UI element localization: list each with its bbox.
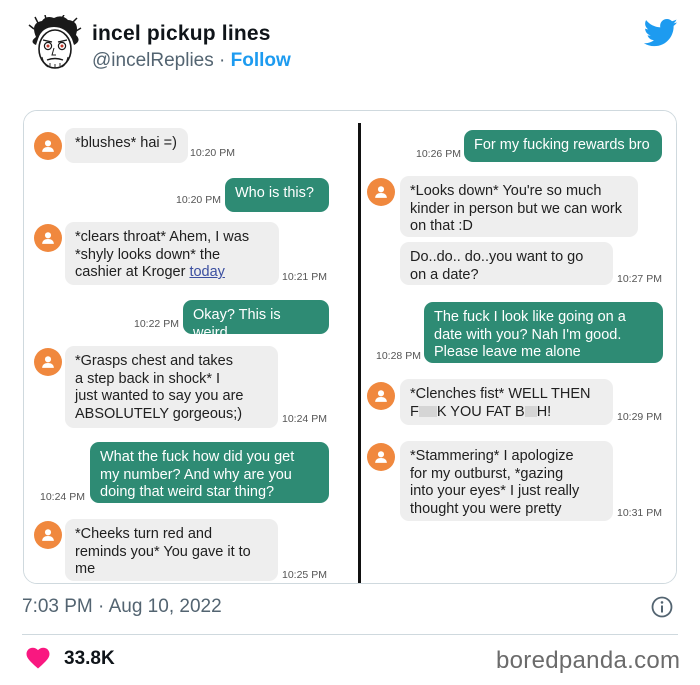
follow-button[interactable]: Follow <box>231 50 291 71</box>
message-time: 10:25 PM <box>282 569 327 581</box>
message-bubble: For my fucking rewards bro <box>464 130 662 162</box>
person-icon <box>42 232 54 244</box>
message-time: 10:24 PM <box>282 413 327 425</box>
message-bubble: *clears throat* Ahem, I was *shyly looks… <box>65 222 279 285</box>
contact-avatar <box>34 521 62 549</box>
tweet-timestamp[interactable]: 7:03 PM · Aug 10, 2022 <box>22 596 222 618</box>
contact-avatar <box>34 348 62 376</box>
message-bubble: The fuck I look like going on a date wit… <box>424 302 663 363</box>
person-icon <box>42 356 54 368</box>
message-bubble: *Looks down* You're so much kinder in pe… <box>400 176 638 237</box>
message-bubble: *Cheeks turn red and reminds you* You ga… <box>65 519 278 581</box>
contact-avatar <box>34 132 62 160</box>
message-bubble: *Stammering* I apologize for my outburst… <box>400 441 613 521</box>
person-icon <box>42 140 54 152</box>
message-time: 10:27 PM <box>617 273 662 285</box>
info-icon[interactable] <box>650 595 674 619</box>
right-conversation: 10:26 PM For my fucking rewards bro *Loo… <box>364 111 676 583</box>
message-bubble: *Clenches fist* WELL THEN FK YOU FAT B H! <box>400 379 613 425</box>
footer-divider <box>22 634 678 635</box>
message-bubble: *Grasps chest and takes a step back in s… <box>65 346 278 428</box>
panel-divider <box>358 123 361 583</box>
person-icon <box>375 451 387 463</box>
heart-icon[interactable] <box>26 647 50 669</box>
message-bubble: Who is this? <box>225 178 329 212</box>
message-time: 10:29 PM <box>617 411 662 423</box>
display-name[interactable]: incel pickup lines <box>92 22 271 46</box>
message-text: K YOU FAT B <box>436 403 525 420</box>
message-time: 10:22 PM <box>134 318 179 330</box>
handle-separator: · <box>213 50 231 71</box>
message-bubble: Okay? This is weird <box>183 300 329 341</box>
contact-avatar <box>367 382 395 410</box>
message-link[interactable]: today <box>189 264 224 280</box>
message-bubble: *blushes* hai =) <box>65 128 188 163</box>
left-conversation: *blushes* hai =) 10:20 PM 10:20 PM Who i… <box>24 111 358 583</box>
person-icon <box>375 390 387 402</box>
message-text: H! <box>536 403 552 420</box>
message-time: 10:24 PM <box>40 491 85 503</box>
twitter-bird-icon[interactable] <box>644 18 678 48</box>
message-bubble: Do..do.. do..you want to go on a date? <box>400 242 613 285</box>
contact-avatar <box>367 443 395 471</box>
person-icon <box>375 186 387 198</box>
message-bubble: What the fuck how did you get my number?… <box>90 442 329 503</box>
like-count[interactable]: 33.8K <box>64 648 115 670</box>
profile-avatar[interactable] <box>26 15 82 73</box>
watermark: boredpanda.com <box>496 647 681 674</box>
message-time: 10:28 PM <box>376 350 421 362</box>
message-time: 10:20 PM <box>190 147 235 159</box>
message-time: 10:31 PM <box>617 507 662 519</box>
contact-avatar <box>367 178 395 206</box>
handle-line: @incelReplies · Follow <box>92 50 291 72</box>
censor-block <box>418 405 437 417</box>
embedded-image[interactable]: *blushes* hai =) 10:20 PM 10:20 PM Who i… <box>23 110 677 584</box>
contact-avatar <box>34 224 62 252</box>
person-icon <box>42 529 54 541</box>
handle[interactable]: @incelReplies <box>92 50 214 71</box>
message-time: 10:26 PM <box>416 148 461 160</box>
censor-block <box>524 405 537 417</box>
message-time: 10:21 PM <box>282 271 327 283</box>
message-time: 10:20 PM <box>176 194 221 206</box>
